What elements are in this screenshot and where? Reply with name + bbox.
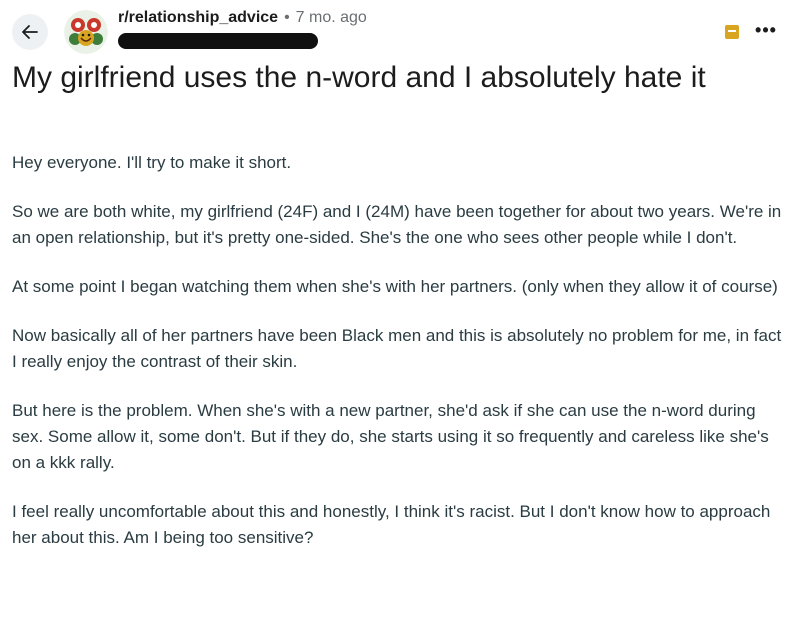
arrow-left-icon: [22, 25, 38, 39]
post-paragraph: But here is the problem. When she's with…: [12, 401, 769, 472]
post-body: Hey everyone. I'll try to make it short.…: [12, 150, 788, 574]
post-paragraph: I feel really uncomfortable about this a…: [12, 502, 771, 547]
subreddit-link[interactable]: r/relationship_advice: [118, 9, 278, 27]
post-paragraph: Hey everyone. I'll try to make it short.: [12, 153, 292, 172]
post-title: My girlfriend uses the n-word and I abso…: [12, 61, 706, 94]
subreddit-avatar-icon[interactable]: [64, 10, 108, 54]
author-redacted-bar: [118, 33, 318, 49]
post-age: 7 mo. ago: [295, 9, 367, 26]
post-paragraph: So we are both white, my girlfriend (24F…: [12, 202, 782, 247]
meta-separator: •: [284, 9, 290, 26]
post-paragraph: Now basically all of her partners have b…: [12, 326, 782, 371]
post-header: r/relationship_advice • 7 mo. ago •••: [0, 0, 800, 60]
save-icon[interactable]: [724, 24, 740, 40]
more-options-button[interactable]: •••: [752, 20, 780, 40]
post-meta: r/relationship_advice • 7 mo. ago: [118, 9, 367, 27]
post-paragraph: At some point I began watching them when…: [12, 277, 778, 296]
back-button[interactable]: [12, 14, 48, 50]
